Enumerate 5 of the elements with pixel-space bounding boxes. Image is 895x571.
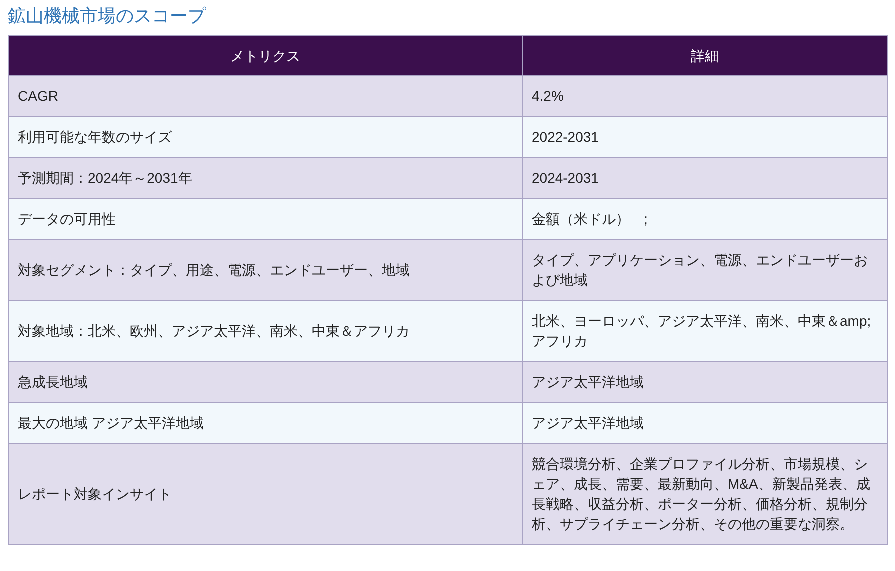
- page-title: 鉱山機械市場のスコープ: [8, 5, 206, 28]
- table-cell: レポート対象インサイト: [8, 444, 522, 544]
- column-header: 詳細: [522, 36, 888, 76]
- table-cell: 競合環境分析、企業プロファイル分析、市場規模、シェア、成長、需要、最新動向、M&A、新製品発表、成長戦略、収益分析、ポーター分析、価格分析、規制分析、サプライチェーン分析、その他の重要な洞察。: [522, 444, 888, 544]
- column-header: メトリクス: [8, 36, 522, 76]
